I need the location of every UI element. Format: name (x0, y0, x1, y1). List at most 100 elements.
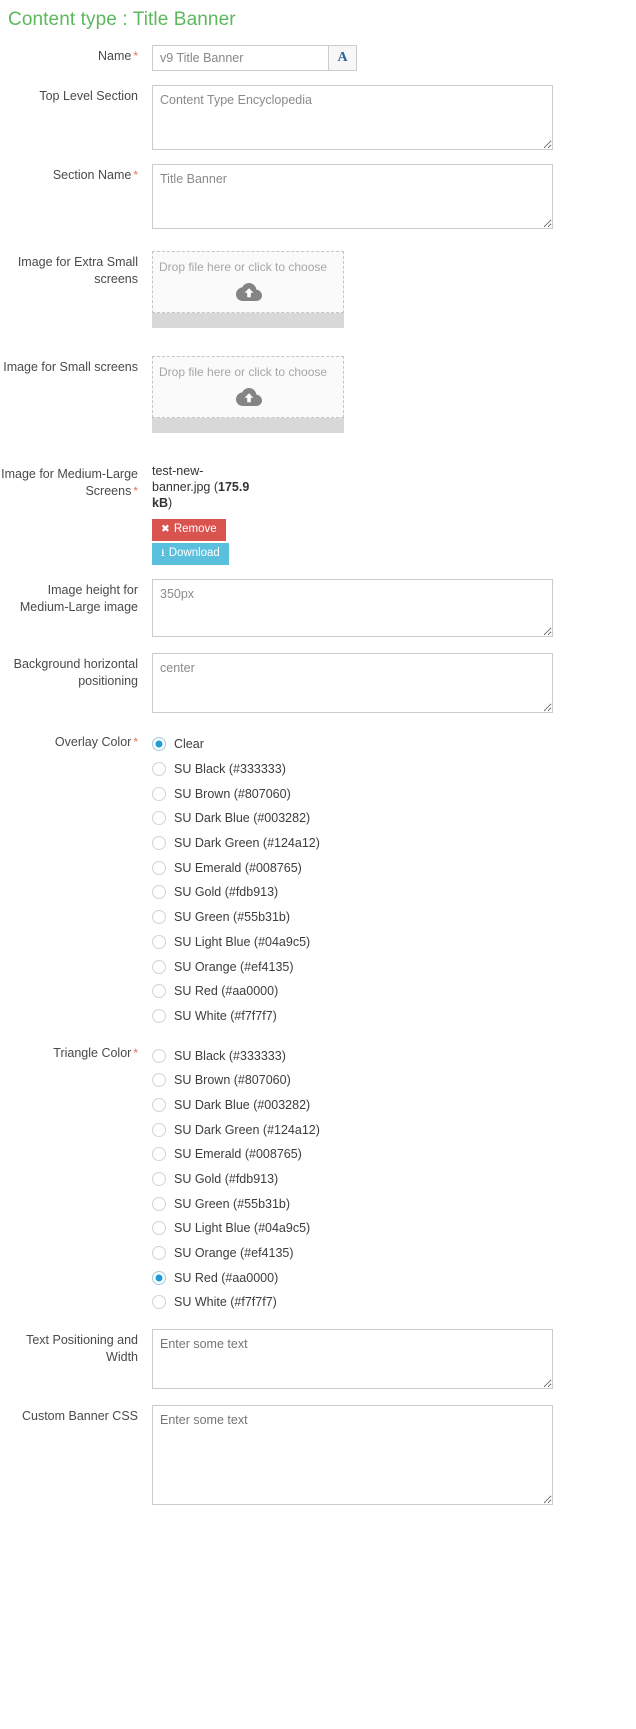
triangle-color-option-7[interactable]: SU Light Blue (#04a9c5) (152, 1216, 628, 1241)
radio-icon[interactable] (152, 1008, 166, 1023)
radio-icon[interactable] (152, 1097, 166, 1112)
triangle-color-option-10[interactable]: SU White (#f7f7f7) (152, 1290, 628, 1315)
overlay-color-option-1[interactable]: SU Black (#333333) (152, 757, 628, 782)
form-row-triangle-color: Triangle Color * SU Black (#333333) SU Bro… (0, 1042, 636, 1315)
triangle-color-option-6[interactable]: SU Green (#55b31b) (152, 1191, 628, 1216)
radio-icon[interactable] (152, 1221, 166, 1236)
form-row-text-positioning-width: Text Positioning and Width (0, 1328, 636, 1389)
text-positioning-width-textarea[interactable] (152, 1328, 553, 1389)
field-triangle-color: SU Black (#333333) SU Brown (#807060) SU D… (152, 1042, 636, 1315)
radio-icon[interactable] (152, 1196, 166, 1211)
background-horizontal-positioning-textarea[interactable] (152, 653, 553, 713)
overlay-color-option-label: SU Green (#55b31b) (174, 910, 291, 925)
radio-icon[interactable] (152, 959, 166, 974)
remove-button[interactable]: ✖ Remove (152, 519, 226, 541)
field-name: A (152, 45, 636, 71)
overlay-color-option-6[interactable]: SU Gold (#fdb913) (152, 880, 628, 905)
uploaded-file-info: test-new-banner.jpg (175.9 kB) (152, 464, 250, 510)
radio-icon[interactable] (152, 1270, 166, 1285)
overlay-color-option-10[interactable]: SU Red (#aa0000) (152, 979, 628, 1004)
radio-icon[interactable] (152, 910, 166, 925)
cloud-upload-icon (159, 281, 337, 303)
image-xs-progress-bar (152, 313, 344, 328)
overlay-color-option-5[interactable]: SU Emerald (#008765) (152, 855, 628, 880)
x-icon: ✖ (161, 523, 170, 536)
triangle-color-option-label: SU Brown (#807060) (174, 1073, 291, 1088)
overlay-color-radio-group: Clear SU Black (#333333) SU Brown (#807060… (152, 731, 628, 1028)
triangle-color-option-0[interactable]: SU Black (#333333) (152, 1043, 628, 1068)
radio-icon[interactable] (152, 1172, 166, 1187)
radio-icon[interactable] (152, 1295, 166, 1310)
triangle-color-option-label: SU Black (#333333) (174, 1048, 286, 1063)
download-button-label: Download (168, 547, 220, 559)
label-overlay-color-text: Overlay Color (54, 735, 132, 749)
image-height-textarea[interactable] (152, 579, 553, 637)
overlay-color-option-4[interactable]: SU Dark Green (#124a12) (152, 831, 628, 856)
required-asterisk: * (133, 484, 138, 498)
form-row-top-level-section: Top Level Section (0, 85, 636, 150)
label-text-positioning-width: Text Positioning and Width (26, 1332, 138, 1364)
label-triangle-color: Triangle Color * (0, 1042, 152, 1062)
section-name-textarea[interactable] (152, 164, 553, 229)
radio-icon[interactable] (152, 762, 166, 777)
overlay-color-option-11[interactable]: SU White (#f7f7f7) (152, 1004, 628, 1029)
triangle-color-option-3[interactable]: SU Dark Green (#124a12) (152, 1117, 628, 1142)
overlay-color-option-label: SU Emerald (#008765) (174, 860, 302, 875)
label-section-name: Section Name * (0, 164, 152, 184)
overlay-color-option-label: SU Dark Blue (#003282) (174, 811, 311, 826)
label-image-md-lg-text: Image for Medium-Large Screens (1, 467, 138, 498)
form-row-background-horizontal-positioning: Background horizontal positioning (0, 653, 636, 713)
overlay-color-option-0[interactable]: Clear (152, 732, 628, 757)
overlay-color-option-2[interactable]: SU Brown (#807060) (152, 781, 628, 806)
image-sm-dropzone[interactable]: Drop file here or click to choose (152, 356, 344, 418)
radio-icon[interactable] (152, 1122, 166, 1137)
page-title: Content type : Title Banner (8, 9, 236, 30)
radio-icon[interactable] (152, 885, 166, 900)
download-button[interactable]: ⭳ Download (152, 543, 229, 565)
image-xs-dropzone-text: Drop file here or click to choose (159, 260, 328, 274)
label-top-level-section: Top Level Section (39, 89, 138, 103)
field-image-sm: Drop file here or click to choose (152, 356, 636, 433)
required-asterisk: * (133, 735, 138, 749)
radio-icon[interactable] (152, 737, 166, 752)
radio-icon[interactable] (152, 1048, 166, 1063)
label-image-sm: Image for Small screens (3, 360, 138, 374)
radio-icon[interactable] (152, 786, 166, 801)
field-top-level-section (152, 85, 636, 150)
triangle-color-radio-group: SU Black (#333333) SU Brown (#807060) SU D… (152, 1042, 628, 1315)
overlay-color-option-3[interactable]: SU Dark Blue (#003282) (152, 806, 628, 831)
field-overlay-color: Clear SU Black (#333333) SU Brown (#807060… (152, 731, 636, 1028)
triangle-color-option-9[interactable]: SU Red (#aa0000) (152, 1265, 628, 1290)
radio-icon[interactable] (152, 934, 166, 949)
triangle-color-option-4[interactable]: SU Emerald (#008765) (152, 1142, 628, 1167)
radio-icon[interactable] (152, 860, 166, 875)
image-xs-dropzone[interactable]: Drop file here or click to choose (152, 251, 344, 313)
triangle-color-option-1[interactable]: SU Brown (#807060) (152, 1068, 628, 1093)
triangle-color-option-8[interactable]: SU Orange (#ef4135) (152, 1241, 628, 1266)
custom-banner-css-textarea[interactable] (152, 1404, 553, 1505)
top-level-section-textarea[interactable] (152, 85, 553, 150)
name-input-group: A (152, 45, 357, 71)
radio-icon[interactable] (152, 1246, 166, 1261)
radio-icon[interactable] (152, 1147, 166, 1162)
overlay-color-option-label: SU Brown (#807060) (174, 786, 291, 801)
overlay-color-option-7[interactable]: SU Green (#55b31b) (152, 905, 628, 930)
field-custom-banner-css (152, 1404, 636, 1505)
field-image-height (152, 579, 636, 637)
overlay-color-option-8[interactable]: SU Light Blue (#04a9c5) (152, 930, 628, 955)
form-row-name: Name* A (0, 45, 636, 71)
form-row-custom-banner-css: Custom Banner CSS (0, 1404, 636, 1505)
triangle-color-option-5[interactable]: SU Gold (#fdb913) (152, 1167, 628, 1192)
label-custom-banner-css: Custom Banner CSS (21, 1408, 138, 1423)
translate-addon-button[interactable]: A (328, 45, 357, 71)
overlay-color-option-label: SU Dark Green (#124a12) (174, 836, 320, 851)
label-image-md-lg: Image for Medium-Large Screens * (0, 463, 152, 500)
name-input[interactable] (152, 45, 328, 71)
radio-icon[interactable] (152, 811, 166, 826)
overlay-color-option-9[interactable]: SU Orange (#ef4135) (152, 954, 628, 979)
radio-icon[interactable] (152, 1073, 166, 1088)
triangle-color-option-2[interactable]: SU Dark Blue (#003282) (152, 1093, 628, 1118)
overlay-color-option-label: SU Red (#aa0000) (174, 984, 279, 999)
radio-icon[interactable] (152, 984, 166, 999)
radio-icon[interactable] (152, 836, 166, 851)
